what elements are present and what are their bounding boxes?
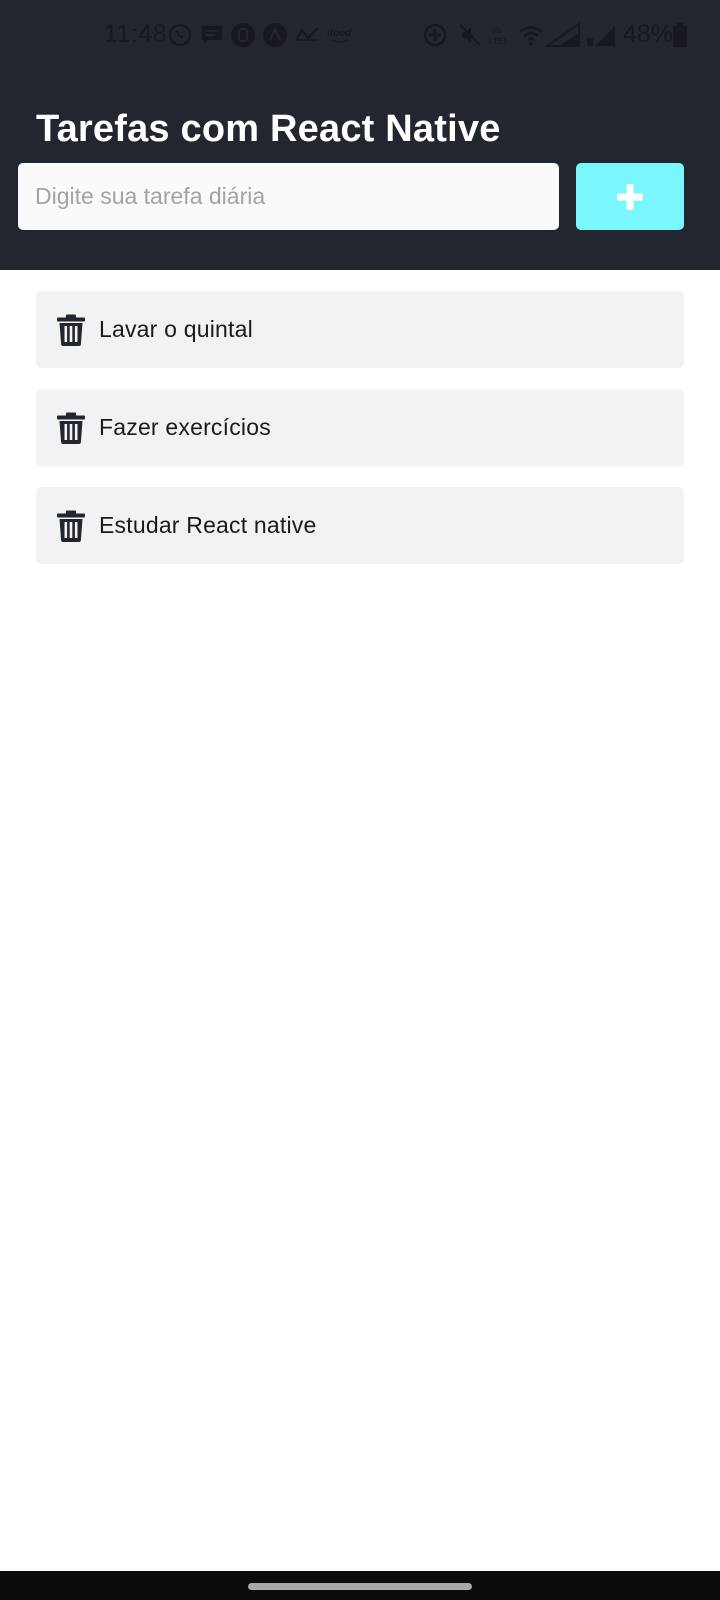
home-gesture-handle[interactable]: [248, 1583, 472, 1590]
task-input[interactable]: [18, 163, 559, 230]
svg-text:LTE1: LTE1: [489, 37, 508, 46]
whatsapp-icon: [168, 23, 192, 47]
task-item: Fazer exercícios: [36, 389, 684, 466]
signal-icon-2: [587, 26, 615, 46]
mute-icon: [459, 24, 481, 46]
trash-icon[interactable]: [56, 412, 86, 444]
trash-icon[interactable]: [56, 510, 86, 542]
wifi-icon: [519, 26, 543, 46]
arrow-up-icon: [263, 23, 287, 47]
task-list: Lavar o quintal Fazer exercícios Estudar…: [36, 291, 684, 585]
status-bar: 11:48 ifood Vo LTE1 48%: [0, 0, 720, 72]
app-header: 11:48 ifood Vo LTE1 48% Tarefas com Reac…: [0, 0, 720, 270]
volte-icon: Vo LTE1: [489, 25, 508, 46]
task-label: Lavar o quintal: [99, 316, 253, 342]
sync-icon: [423, 23, 447, 47]
battery-icon: [673, 23, 687, 47]
trash-icon[interactable]: [56, 314, 86, 346]
message-icon: [202, 26, 222, 44]
ifood-icon: [231, 23, 255, 47]
task-item: Lavar o quintal: [36, 291, 684, 368]
status-time: 11:48: [104, 20, 168, 48]
svg-text:ifood: ifood: [327, 28, 352, 39]
task-label: Fazer exercícios: [99, 414, 271, 440]
battery-percentage: 48%: [623, 20, 674, 48]
task-label: Estudar React native: [99, 512, 317, 538]
navigation-bar: [0, 1571, 720, 1600]
ifood-logo-icon: ifood: [327, 28, 352, 43]
add-task-button[interactable]: [576, 163, 684, 230]
page-title: Tarefas com React Native: [36, 108, 501, 150]
plus-icon: [617, 183, 643, 210]
graph-icon: [295, 27, 319, 41]
task-item: Estudar React native: [36, 487, 684, 564]
svg-text:Vo: Vo: [491, 25, 502, 35]
signal-icon: [545, 22, 580, 47]
